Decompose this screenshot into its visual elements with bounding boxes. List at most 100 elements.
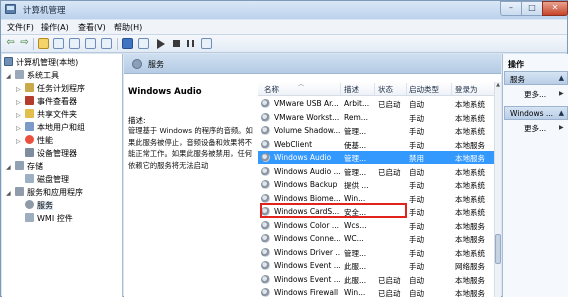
service-row[interactable]: Windows Audio ... 管理... 已启动 自动 本地系统 bbox=[258, 165, 494, 178]
service-row[interactable]: VMware USB Ar... Arbit... 已启动 自动 本地系统 bbox=[258, 97, 494, 110]
expand-icon[interactable]: ▷ bbox=[16, 84, 23, 96]
service-name-cell: Windows Conne... bbox=[274, 234, 340, 243]
service-startup-cell: 手动 bbox=[409, 113, 424, 123]
column-separator[interactable] bbox=[374, 83, 375, 95]
expand-icon[interactable]: ▷ bbox=[16, 97, 23, 109]
service-name-cell: WebClient bbox=[274, 139, 313, 149]
service-row[interactable]: VMware Workst... Rem... 手动 本地系统 bbox=[258, 111, 494, 124]
scrollbar-thumb[interactable] bbox=[495, 234, 501, 264]
clock-icon bbox=[25, 83, 34, 92]
show-hide-tree-icon[interactable] bbox=[53, 38, 64, 49]
collapse-icon[interactable]: ◢ bbox=[6, 188, 13, 200]
collapse-icon[interactable]: ◢ bbox=[6, 162, 13, 174]
service-startup-cell: 手动 bbox=[409, 140, 424, 150]
expand-icon[interactable]: ▷ bbox=[16, 136, 23, 148]
tree-services[interactable]: 服务 bbox=[25, 200, 53, 212]
scroll-up-icon[interactable]: ▲ bbox=[495, 82, 501, 90]
service-name-cell: Windows Event ... bbox=[274, 261, 340, 270]
expand-icon[interactable]: ▷ bbox=[16, 110, 23, 122]
column-separator[interactable] bbox=[406, 83, 407, 95]
column-header-name[interactable]: 名称 bbox=[264, 84, 279, 95]
restart-service-icon[interactable] bbox=[201, 38, 212, 49]
services-list[interactable]: 名称 ︿ 描述 状态 启动类型 登录为 VMware USB Ar... Arbi… bbox=[258, 81, 494, 297]
submenu-arrow-icon: ▶ bbox=[559, 90, 564, 97]
back-arrow-icon[interactable]: ⇦ bbox=[5, 38, 16, 49]
service-desc-cell: 此服... bbox=[344, 262, 367, 271]
refresh-icon[interactable] bbox=[85, 38, 96, 49]
menu-view[interactable]: 查看(V) bbox=[78, 22, 106, 33]
tree-local-users[interactable]: ▷ 本地用户和组 bbox=[16, 122, 85, 134]
pause-service-icon[interactable] bbox=[187, 40, 194, 47]
list-scrollbar[interactable]: ▲ bbox=[494, 82, 501, 297]
minimize-button[interactable]: – bbox=[500, 1, 522, 16]
menu-action[interactable]: 操作(A) bbox=[41, 22, 69, 33]
service-row[interactable]: Windows Event ... 此服... 已启动 自动 本地服务 bbox=[258, 273, 494, 286]
menu-file[interactable]: 文件(F) bbox=[7, 22, 34, 33]
maximize-button[interactable]: □ bbox=[521, 1, 543, 16]
column-header-description[interactable]: 描述 bbox=[344, 84, 359, 95]
service-row[interactable]: Windows Audio 管理... 禁用 本地服务 bbox=[258, 151, 494, 164]
service-logon-cell: 本地服务 bbox=[455, 289, 485, 297]
service-row[interactable]: WebClient 使基... 手动 本地服务 bbox=[258, 138, 494, 151]
column-header-status[interactable]: 状态 bbox=[378, 84, 393, 95]
service-startup-cell: 自动 bbox=[409, 167, 424, 177]
column-separator[interactable] bbox=[451, 83, 452, 95]
tree-task-scheduler[interactable]: ▷ 任务计划程序 bbox=[16, 83, 85, 95]
service-row[interactable]: Windows Color ... Wcs... 手动 本地服务 bbox=[258, 219, 494, 232]
stop-service-icon[interactable] bbox=[173, 40, 180, 47]
service-desc-cell: 管理... bbox=[344, 248, 367, 258]
menu-help[interactable]: 帮助(H) bbox=[114, 22, 142, 33]
service-name-cell: Windows Event ... bbox=[274, 274, 340, 284]
tree-performance[interactable]: ▷ 性能 bbox=[16, 135, 53, 147]
properties-icon[interactable] bbox=[69, 38, 80, 49]
up-folder-icon[interactable] bbox=[38, 38, 49, 49]
service-logon-cell: 本地系统 bbox=[455, 194, 485, 204]
tree-root[interactable]: 计算机管理(本地) bbox=[4, 57, 78, 69]
tree-services-apps[interactable]: ◢ 服务和应用程序 bbox=[6, 187, 83, 199]
column-header-startup-type[interactable]: 启动类型 bbox=[409, 84, 439, 95]
column-separator[interactable] bbox=[340, 83, 341, 95]
service-name-cell: VMware USB Ar... bbox=[274, 99, 339, 108]
service-desc-cell: Win... bbox=[344, 193, 366, 203]
collapse-arrow-icon[interactable]: ▲ bbox=[559, 74, 564, 82]
tree-shared-folders[interactable]: ▷ 共享文件夹 bbox=[16, 109, 77, 121]
forward-arrow-icon[interactable]: ⇨ bbox=[19, 38, 30, 49]
more-actions-services[interactable]: 更多... bbox=[524, 89, 546, 100]
service-row[interactable]: Windows Firewall Win... 已启动 自动 本地服务 bbox=[258, 286, 494, 297]
tree-event-viewer[interactable]: ▷ 事件查看器 bbox=[16, 96, 77, 108]
tools-icon bbox=[15, 70, 24, 79]
actions-group-services[interactable]: 服务 ▲ bbox=[504, 71, 568, 85]
tree-storage[interactable]: ◢ 存储 bbox=[6, 161, 43, 173]
service-gear-icon bbox=[261, 99, 270, 108]
tree-wmi[interactable]: WMI 控件 bbox=[25, 213, 73, 225]
start-service-icon[interactable] bbox=[157, 39, 165, 49]
service-startup-cell: 手动 bbox=[409, 127, 424, 136]
service-row[interactable]: Volume Shadow... 管理... 手动 本地系统 bbox=[258, 124, 494, 137]
selected-service-name: Windows Audio bbox=[128, 87, 202, 97]
tree-system-tools[interactable]: ◢ 系统工具 bbox=[6, 70, 59, 82]
action-pane-icon[interactable] bbox=[138, 38, 149, 49]
service-row[interactable]: Windows Backup 提供 ... 手动 本地系统 bbox=[258, 178, 494, 191]
close-button[interactable]: ✕ bbox=[542, 1, 568, 16]
service-name-cell: Windows Backup bbox=[274, 180, 338, 189]
actions-group-windows-audio[interactable]: Windows ... ▲ bbox=[504, 106, 568, 120]
collapse-icon[interactable]: ◢ bbox=[6, 71, 13, 83]
navigation-tree: 计算机管理(本地) ◢ 系统工具 ▷ 任务计划程序 ▷ 事件查看器 ▷ 共享文件夹 ▷ 本… bbox=[2, 54, 123, 297]
disk-icon bbox=[25, 174, 34, 183]
export-list-icon[interactable] bbox=[101, 38, 112, 49]
service-startup-cell: 手动 bbox=[409, 262, 424, 271]
computer-icon bbox=[4, 57, 13, 66]
service-row[interactable]: Windows Conne... WC... 手动 本地服务 bbox=[258, 232, 494, 245]
expand-icon[interactable]: ▷ bbox=[16, 123, 23, 135]
service-row[interactable]: Windows Event ... 此服... 手动 网络服务 bbox=[258, 259, 494, 272]
collapse-arrow-icon[interactable]: ▲ bbox=[559, 109, 564, 117]
tree-device-manager[interactable]: 设备管理器 bbox=[25, 148, 77, 160]
actions-title: 操作 bbox=[508, 60, 524, 69]
service-logon-cell: 本地系统 bbox=[455, 127, 485, 136]
column-header-logon-as[interactable]: 登录为 bbox=[455, 84, 478, 95]
more-actions-windows-audio[interactable]: 更多... bbox=[524, 123, 546, 134]
tree-disk-management[interactable]: 磁盘管理 bbox=[25, 174, 69, 186]
service-row[interactable]: Windows Driver ... 管理... 手动 本地系统 bbox=[258, 246, 494, 259]
help-icon[interactable] bbox=[122, 38, 133, 49]
services-apps-icon bbox=[15, 187, 24, 196]
